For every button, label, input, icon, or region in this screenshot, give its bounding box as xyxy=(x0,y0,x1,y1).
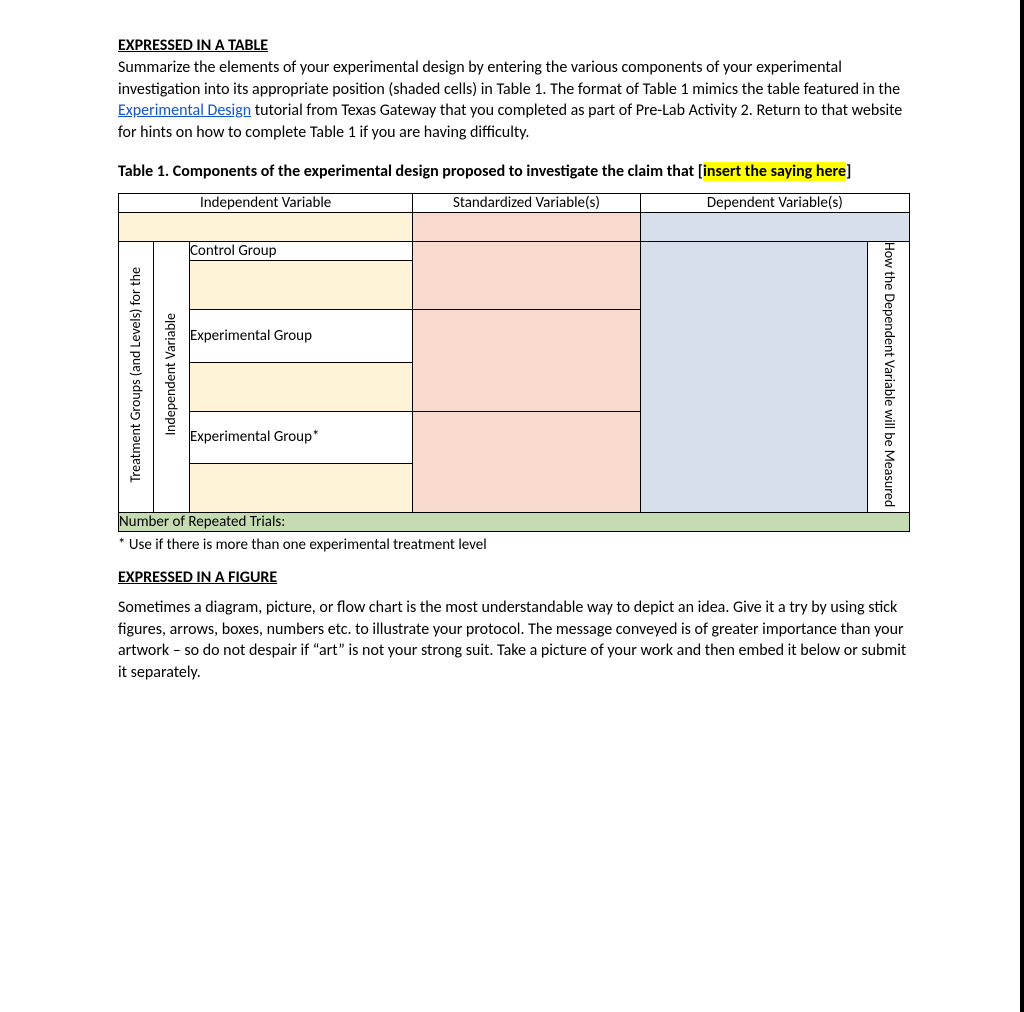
control-group-fill[interactable] xyxy=(189,260,412,309)
intro-text-a: Summarize the elements of your experimen… xyxy=(118,58,900,99)
side-label-inner-text: Independent Variable xyxy=(163,313,180,436)
side-label-outer: Treatment Groups (and Levels) for the xyxy=(119,241,154,512)
design-table: Independent Variable Standardized Variab… xyxy=(118,193,910,532)
table-caption: Table 1. Components of the experimental … xyxy=(118,161,910,183)
side-label-outer-text: Treatment Groups (and Levels) for the xyxy=(128,267,145,483)
document-page: EXPRESSED IN A TABLE Summarize the eleme… xyxy=(0,0,1024,1012)
sv-cell-control[interactable] xyxy=(413,241,640,309)
side-label-inner: Independent Variable xyxy=(154,241,189,512)
row-control-label: Treatment Groups (and Levels) for the In… xyxy=(119,241,910,260)
table-header-row: Independent Variable Standardized Variab… xyxy=(119,193,910,212)
experimental-group-label: Experimental Group xyxy=(189,309,412,362)
sv-input-cell[interactable] xyxy=(413,212,640,241)
header-standardized-variables: Standardized Variable(s) xyxy=(413,193,640,212)
header-dependent-variables: Dependent Variable(s) xyxy=(640,193,909,212)
experimental-group-fill[interactable] xyxy=(189,362,412,411)
control-group-label: Control Group xyxy=(189,241,412,260)
table-input-row-top xyxy=(119,212,910,241)
iv-input-cell[interactable] xyxy=(119,212,413,241)
right-label-text: How the Dependent Variable will be Measu… xyxy=(880,242,897,507)
experimental-group2-fill[interactable] xyxy=(189,464,412,513)
caption-lead: Table 1. Components of the experimental … xyxy=(118,162,698,181)
section-title-figure: EXPRESSED IN A FIGURE xyxy=(118,568,910,587)
row-trials: Number of Repeated Trials: xyxy=(119,513,910,532)
header-independent-variable: Independent Variable xyxy=(119,193,413,212)
caption-close-bracket: ] xyxy=(846,162,851,181)
experimental-group2-label: Experimental Group* xyxy=(189,411,412,464)
figure-paragraph: Sometimes a diagram, picture, or flow ch… xyxy=(118,597,910,683)
sv-cell-exp1[interactable] xyxy=(413,309,640,411)
repeated-trials-cell[interactable]: Number of Repeated Trials: xyxy=(119,513,910,532)
intro-paragraph: Summarize the elements of your experimen… xyxy=(118,57,910,143)
right-label-cell: How the Dependent Variable will be Measu… xyxy=(868,241,910,512)
dv-input-cell[interactable] xyxy=(640,212,909,241)
caption-highlight: insert the saying here xyxy=(703,162,846,181)
experimental-design-link[interactable]: Experimental Design xyxy=(118,101,251,120)
table-footnote: * Use if there is more than one experime… xyxy=(118,536,910,554)
sv-cell-exp2[interactable] xyxy=(413,411,640,513)
dv-body-cell[interactable] xyxy=(640,241,867,512)
section-title-table: EXPRESSED IN A TABLE xyxy=(118,36,910,55)
